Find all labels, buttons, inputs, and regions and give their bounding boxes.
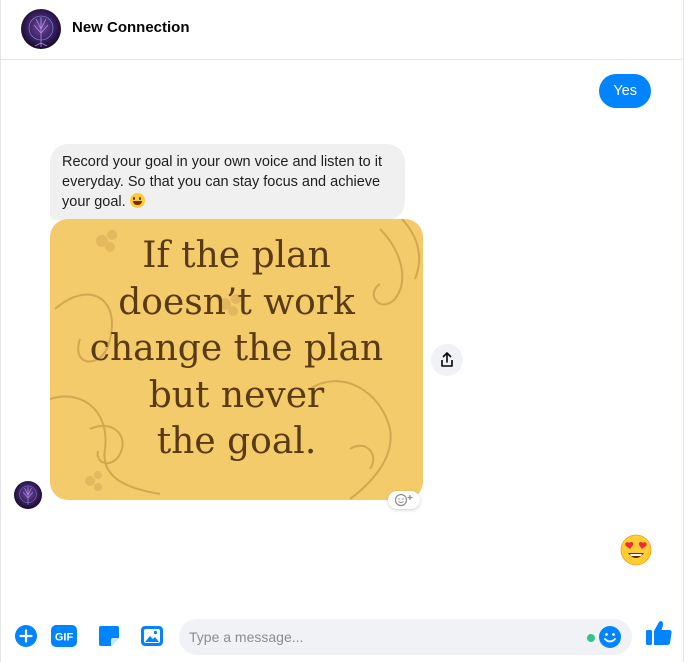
- contact-name[interactable]: New Connection: [72, 19, 190, 36]
- smiley-icon: [599, 626, 621, 648]
- thumbs-up-icon: [646, 621, 672, 645]
- emoji-button[interactable]: [598, 625, 622, 649]
- quote-line: but never: [148, 374, 325, 416]
- gif-button[interactable]: GIF: [51, 623, 77, 649]
- message-composer: GIF: [1, 610, 684, 662]
- add-icon: [15, 625, 37, 647]
- message-input-wrapper: [179, 619, 632, 655]
- message-input[interactable]: [189, 619, 579, 655]
- add-reaction-button[interactable]: [388, 491, 420, 509]
- incoming-message-bubble[interactable]: Record your goal in your own voice and l…: [50, 144, 405, 220]
- tree-of-life-avatar-icon: [19, 485, 37, 505]
- sticker-button[interactable]: [96, 623, 122, 649]
- grinning-face-emoji-icon: [129, 193, 145, 208]
- add-button[interactable]: [13, 623, 39, 649]
- outgoing-emoji-message[interactable]: [620, 534, 652, 566]
- conversation-window: New Connection Yes Record your goal in y…: [0, 0, 684, 662]
- image-quote-text: If the plan doesn’t work change the plan…: [50, 233, 423, 466]
- gif-label: GIF: [55, 632, 74, 644]
- incoming-message-text: Record your goal in your own voice and l…: [62, 154, 382, 210]
- contact-avatar[interactable]: [21, 9, 61, 49]
- quote-line: doesn’t work: [118, 281, 355, 323]
- sender-avatar[interactable]: [14, 481, 42, 509]
- photo-button[interactable]: [139, 623, 165, 649]
- image-message[interactable]: If the plan doesn’t work change the plan…: [50, 219, 423, 500]
- heart-eyes-emoji-icon: [620, 534, 652, 566]
- active-status-dot: [587, 634, 595, 642]
- share-button[interactable]: [431, 344, 463, 376]
- sticker-icon: [99, 626, 119, 646]
- tree-of-life-avatar-icon: [28, 15, 54, 47]
- photo-icon: [141, 626, 163, 646]
- add-reaction-icon: [394, 493, 413, 507]
- quote-line: If the plan: [142, 235, 331, 276]
- outgoing-message-bubble[interactable]: Yes: [599, 74, 651, 108]
- share-icon: [441, 352, 453, 367]
- gif-icon: GIF: [51, 625, 77, 647]
- quote-line: change the plan: [89, 328, 384, 369]
- like-button[interactable]: [644, 618, 674, 648]
- quote-line: the goal.: [156, 421, 317, 462]
- conversation-header: New Connection: [1, 0, 684, 60]
